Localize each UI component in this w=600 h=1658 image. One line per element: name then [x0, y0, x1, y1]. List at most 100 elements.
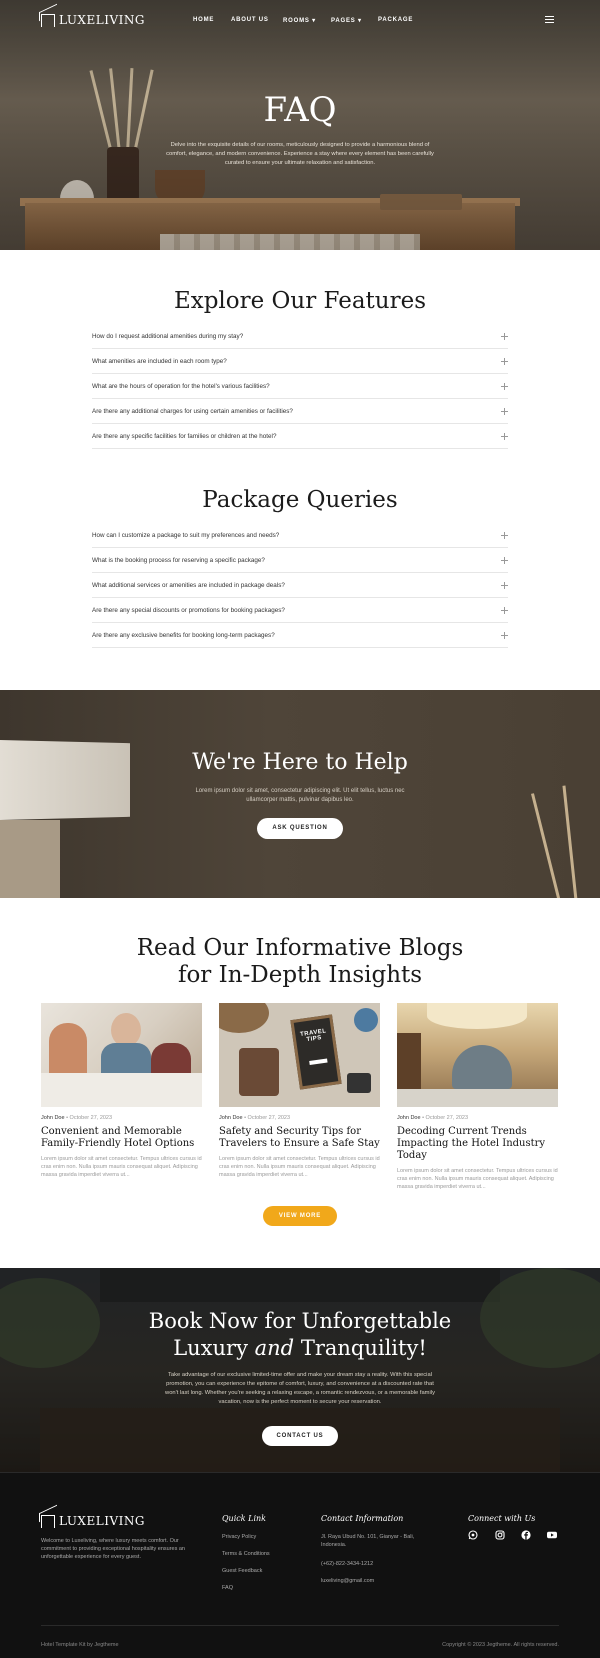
- blog-author: John Doe: [397, 1115, 421, 1121]
- faq-question: What are the hours of operation for the …: [92, 382, 270, 390]
- help-section: We're Here to Help Lorem ipsum dolor sit…: [0, 690, 600, 898]
- blog-title[interactable]: Safety and Security Tips for Travelers t…: [219, 1126, 380, 1150]
- footer-copyright: Copyright © 2023 Jegtheme. All rights re…: [442, 1642, 559, 1648]
- plus-icon[interactable]: [501, 631, 508, 639]
- book-title: Book Now for Unforgettable Luxury and Tr…: [0, 1308, 600, 1362]
- camera-icon: [347, 1073, 371, 1093]
- nav-item-pages[interactable]: PAGES ▾: [331, 17, 362, 24]
- plane-icon: [309, 1058, 328, 1065]
- plus-icon[interactable]: [501, 382, 508, 390]
- blog-title[interactable]: Decoding Current Trends Impacting the Ho…: [397, 1126, 558, 1162]
- blog-excerpt: Lorem ipsum dolor sit amet consectetur. …: [41, 1156, 202, 1178]
- view-more-button[interactable]: VIEW MORE: [263, 1206, 337, 1226]
- blog-meta: John Doe • October 27, 2023: [41, 1115, 113, 1121]
- quick-link-heading: Quick Link: [222, 1514, 267, 1523]
- logo-text: LUXELIVING: [59, 1514, 145, 1528]
- blog-meta: John Doe • October 27, 2023: [397, 1115, 469, 1121]
- footer-logo[interactable]: LUXELIVING: [41, 1514, 145, 1528]
- plus-icon[interactable]: [501, 432, 508, 440]
- book-title-emphasis: and: [254, 1336, 295, 1360]
- footer-link-feedback[interactable]: Guest Feedback: [222, 1567, 262, 1575]
- faq-item[interactable]: How can I customize a package to suit my…: [92, 523, 508, 548]
- features-title: Explore Our Features: [173, 288, 427, 314]
- plus-icon[interactable]: [501, 357, 508, 365]
- blog-image[interactable]: [397, 1003, 558, 1107]
- help-text: Lorem ipsum dolor sit amet, consectetur …: [195, 788, 405, 803]
- whatsapp-icon[interactable]: [468, 1530, 478, 1540]
- faq-item[interactable]: Are there any exclusive benefits for boo…: [92, 623, 508, 648]
- globe-icon: [354, 1008, 378, 1032]
- footer-about: Welcome to Luxeliving, where luxury meet…: [41, 1538, 185, 1560]
- blog-meta: John Doe • October 27, 2023: [219, 1115, 291, 1121]
- packages-faq-list: How can I customize a package to suit my…: [92, 523, 508, 648]
- blog-image[interactable]: [41, 1003, 202, 1107]
- blog-date: October 27, 2023: [69, 1115, 113, 1121]
- plus-icon[interactable]: [501, 407, 508, 415]
- blog-author: John Doe: [219, 1115, 243, 1121]
- connect-heading: Connect with Us: [468, 1514, 536, 1523]
- footer: LUXELIVING Welcome to Luxeliving, where …: [0, 1472, 600, 1658]
- faq-item[interactable]: What are the hours of operation for the …: [92, 374, 508, 399]
- blogs-title-line2: for In-Depth Insights: [177, 962, 423, 988]
- faq-item[interactable]: Are there any specific facilities for fa…: [92, 424, 508, 449]
- footer-link-privacy[interactable]: Privacy Policy: [222, 1533, 256, 1541]
- faq-question: How do I request additional amenities du…: [92, 332, 244, 340]
- facebook-icon[interactable]: [521, 1530, 531, 1540]
- blog-excerpt: Lorem ipsum dolor sit amet consectetur. …: [397, 1168, 558, 1190]
- contact-phone[interactable]: (+62)-822-3434-1212: [321, 1560, 373, 1568]
- blog-title[interactable]: Convenient and Memorable Family-Friendly…: [41, 1126, 202, 1150]
- plus-icon[interactable]: [501, 556, 508, 564]
- faq-question: How can I customize a package to suit my…: [92, 531, 280, 539]
- youtube-icon[interactable]: [547, 1530, 557, 1540]
- faq-item[interactable]: What amenities are included in each room…: [92, 349, 508, 374]
- nav-item-home[interactable]: HOME: [193, 17, 214, 23]
- faq-item[interactable]: How do I request additional amenities du…: [92, 324, 508, 349]
- main-nav: LUXELIVING HOME ABOUT US ROOMS ▾ PAGES ▾…: [0, 0, 600, 40]
- book-title-line1: Book Now for Unforgettable: [148, 1309, 452, 1333]
- book-text: Take advantage of our exclusive limited-…: [165, 1372, 435, 1405]
- blog-excerpt: Lorem ipsum dolor sit amet consectetur. …: [219, 1156, 380, 1178]
- footer-link-faq[interactable]: FAQ: [222, 1584, 233, 1592]
- plus-icon[interactable]: [501, 531, 508, 539]
- nav-item-about[interactable]: ABOUT US: [231, 17, 269, 23]
- nav-item-package[interactable]: PACKAGE: [378, 17, 413, 23]
- faq-question: Are there any special discounts or promo…: [92, 606, 285, 614]
- faq-item[interactable]: What additional services or amenities ar…: [92, 573, 508, 598]
- faq-item[interactable]: Are there any special discounts or promo…: [92, 598, 508, 623]
- page-title: FAQ: [263, 90, 337, 130]
- instagram-icon[interactable]: [495, 1530, 505, 1540]
- plus-icon[interactable]: [501, 332, 508, 340]
- faq-question: What amenities are included in each room…: [92, 357, 227, 365]
- blog-card[interactable]: TRAVEL TIPS John Doe • October 27, 2023 S…: [219, 1003, 380, 1179]
- book-title-line2b: Tranquility!: [294, 1336, 427, 1360]
- footer-link-terms[interactable]: Terms & Conditions: [222, 1550, 270, 1558]
- faq-question: What is the booking process for reservin…: [92, 556, 265, 564]
- faq-question: Are there any exclusive benefits for boo…: [92, 631, 275, 639]
- hero-description: Delve into the exquisite details of our …: [166, 142, 434, 166]
- features-faq-list: How do I request additional amenities du…: [92, 324, 508, 449]
- blog-card[interactable]: John Doe • October 27, 2023 Convenient a…: [41, 1003, 202, 1179]
- nav-item-rooms[interactable]: ROOMS ▾: [283, 17, 316, 24]
- house-logo-icon: [41, 1514, 55, 1528]
- faq-item[interactable]: Are there any additional charges for usi…: [92, 399, 508, 424]
- contact-email[interactable]: luxeliving@gmail.com: [321, 1577, 374, 1585]
- blog-author: John Doe: [41, 1115, 65, 1121]
- stick-decoration: [562, 785, 578, 898]
- plus-icon[interactable]: [501, 581, 508, 589]
- lamp-base-decoration: [0, 820, 60, 898]
- faq-question: Are there any specific facilities for fa…: [92, 432, 277, 440]
- blog-card[interactable]: John Doe • October 27, 2023 Decoding Cur…: [397, 1003, 558, 1191]
- travel-tips-sign: TRAVEL TIPS: [299, 1028, 327, 1044]
- contact-address: Jl. Raya Ubud No. 101, Gianyar - Bali, I…: [321, 1534, 415, 1548]
- blog-date: October 27, 2023: [425, 1115, 469, 1121]
- faq-question: What additional services or amenities ar…: [92, 581, 285, 589]
- hamburger-icon[interactable]: [545, 16, 554, 23]
- plus-icon[interactable]: [501, 606, 508, 614]
- hero-section: LUXELIVING HOME ABOUT US ROOMS ▾ PAGES ▾…: [0, 0, 600, 250]
- ask-question-button[interactable]: ASK QUESTION: [257, 818, 343, 839]
- blogs-title: Read Our Informative Blogs for In-Depth …: [0, 935, 600, 989]
- book-now-section: Book Now for Unforgettable Luxury and Tr…: [0, 1268, 600, 1472]
- contact-us-button[interactable]: CONTACT US: [262, 1426, 338, 1446]
- blog-image[interactable]: TRAVEL TIPS: [219, 1003, 380, 1107]
- faq-item[interactable]: What is the booking process for reservin…: [92, 548, 508, 573]
